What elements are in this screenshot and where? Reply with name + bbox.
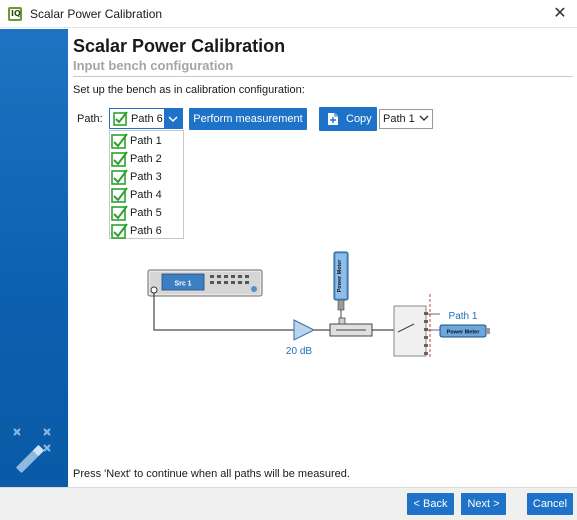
back-button[interactable]: < Back [407,493,454,515]
header-divider [73,76,573,77]
chevron-down-icon [419,114,429,124]
dropdown-item-label: Path 4 [130,189,162,201]
dropdown-item-label: Path 2 [130,153,162,165]
power-meter-sensor-vertical: Power Meter [333,251,349,318]
wizard-side-panel [0,29,68,487]
diagram-path-label: Path 1 [449,311,478,322]
footer-hint: Press 'Next' to continue when all paths … [73,468,350,480]
power-meter-sensor-horizontal: Power Meter [439,324,490,338]
dropdown-item-label: Path 5 [130,207,162,219]
chevron-down-icon[interactable] [164,109,182,128]
dropdown-item-path-5[interactable]: Path 5 [110,204,183,222]
checked-checkbox-icon[interactable] [111,133,128,149]
close-button[interactable]: ✕ [549,3,571,25]
cancel-button[interactable]: Cancel [527,493,573,515]
checked-checkbox-icon[interactable] [111,223,128,239]
dropdown-item-path-6[interactable]: Path 6 [110,222,183,240]
source-label: Src 1 [174,281,191,288]
power-meter-horizontal-label: Power Meter [447,330,481,336]
next-button[interactable]: Next > [461,493,506,515]
copy-button[interactable]: Copy [319,107,377,131]
title-bar: IQ Scalar Power Calibration ✕ [0,0,577,28]
dropdown-item-path-1[interactable]: Path 1 [110,132,183,150]
path-label: Path: [77,113,103,125]
dropdown-item-path-2[interactable]: Path 2 [110,150,183,168]
path-combobox-value: Path 6 [131,113,163,125]
window-title: Scalar Power Calibration [30,7,163,21]
signal-generator: Src 1 [147,269,263,297]
dropdown-item-label: Path 6 [130,225,162,237]
copy-target-select[interactable]: Path 1 [379,109,433,129]
checked-checkbox-icon [113,111,128,126]
switch-matrix-icon [393,294,440,358]
coupler-icon [329,317,373,337]
dropdown-item-label: Path 1 [130,135,162,147]
checked-checkbox-icon[interactable] [111,169,128,185]
checked-checkbox-icon[interactable] [111,187,128,203]
bench-diagram: Src 1 20 dB Power Meter Power Meter Path… [147,251,490,358]
magic-wand-icon [13,428,51,473]
perform-measurement-button[interactable]: Perform measurement [189,108,307,130]
instruction-text: Set up the bench as in calibration confi… [73,84,305,96]
copy-button-label: Copy [346,113,372,125]
power-meter-vertical-label: Power Meter [337,259,343,293]
checked-checkbox-icon[interactable] [111,151,128,167]
page-subtitle: Input bench configuration [73,58,234,73]
copy-document-icon [328,113,338,125]
dropdown-item-path-4[interactable]: Path 4 [110,186,183,204]
wizard-button-bar: < Back Next > Cancel [0,487,577,520]
app-logo-icon: IQ [8,7,22,21]
copy-target-value: Path 1 [383,113,415,125]
dropdown-item-path-3[interactable]: Path 3 [110,168,183,186]
amplifier-gain-label: 20 dB [286,346,312,357]
path-dropdown-list: Path 1 Path 2 Path 3 Path 4 Path 5 Path … [109,130,184,239]
path-combobox[interactable]: Path 6 [109,108,183,129]
dropdown-item-label: Path 3 [130,171,162,183]
checked-checkbox-icon[interactable] [111,205,128,221]
page-title: Scalar Power Calibration [73,36,286,56]
amplifier-icon [293,319,316,341]
